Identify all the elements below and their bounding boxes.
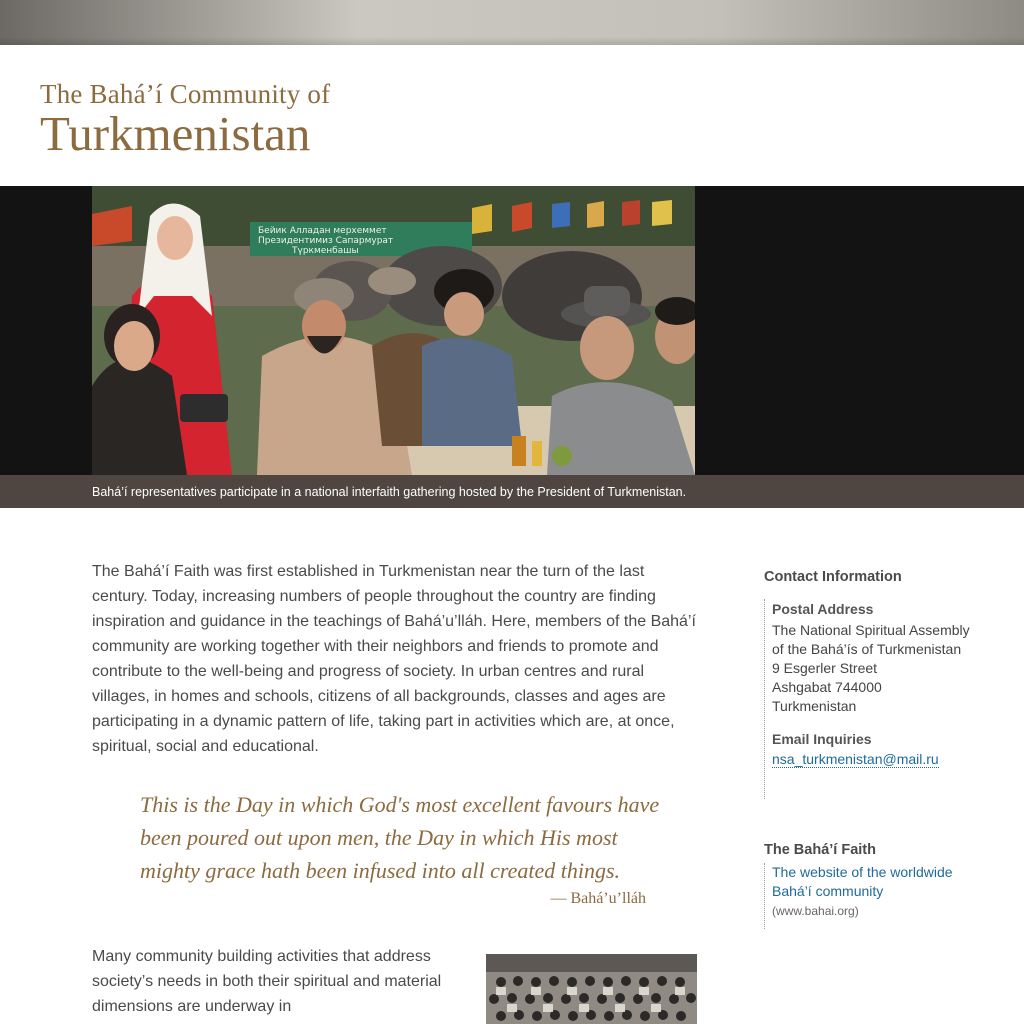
group-photo-illustration (486, 954, 697, 1024)
bahai-faith-heading: The Bahá’í Faith (764, 842, 876, 858)
banner-text-1: Бейик Алладан мерхеммет (258, 226, 387, 236)
email-inquiries-label: Email Inquiries (772, 731, 872, 747)
address-line: Ashgabat 744000 (772, 679, 882, 695)
address-line: 9 Esgerler Street (772, 660, 878, 676)
address-line: of the Bahá’ís of Turkmenistan (772, 641, 962, 657)
address-line: The National Spiritual Assembly (772, 622, 970, 638)
bahai-url-text: (www.bahai.org) (772, 904, 859, 918)
hero-section: Бейик Алладан мерхеммет Президентимиз Са… (0, 186, 1024, 475)
hero-caption: Bahá’í representatives participate in a … (92, 485, 687, 499)
featured-quote: This is the Day in which God's most exce… (140, 792, 660, 883)
site-header: The Bahá’í Community of Turkmenistan (40, 78, 330, 159)
top-banner-bar (0, 0, 1024, 45)
hero-photo: Бейик Алладан мерхеммет Президентимиз Са… (92, 186, 695, 475)
contact-heading: Contact Information (764, 569, 902, 585)
site-title-line2[interactable]: Turkmenistan (40, 109, 330, 159)
banner-text-3: Түркменбашы (291, 246, 359, 256)
bahai-link-line1: The website of the worldwide (772, 864, 953, 880)
hero-photo-illustration: Бейик Алладан мерхеммет Президентимиз Са… (92, 186, 695, 475)
postal-address-label: Postal Address (772, 601, 874, 617)
community-paragraph: Many community building activities that … (92, 948, 442, 1015)
bahai-link-line2: Bahá’í community (772, 883, 884, 899)
quote-attribution: — Bahá’u’lláh (550, 890, 646, 907)
group-photo-thumbnail[interactable] (486, 954, 697, 1024)
postal-address: The National Spiritual Assembly of the B… (772, 621, 1002, 716)
address-line: Turkmenistan (772, 698, 857, 714)
bahai-faith-block: The website of the worldwide Bahá’í comm… (764, 863, 1002, 929)
bahai-website-link[interactable]: The website of the worldwide Bahá’í comm… (772, 863, 1002, 901)
email-link[interactable]: nsa_turkmenistan@mail.ru (772, 751, 939, 768)
intro-paragraph: The Bahá’í Faith was first established i… (92, 563, 696, 755)
contact-block: Postal Address The National Spiritual As… (764, 599, 1002, 799)
banner-text-2: Президентимиз Сапармурат (258, 236, 393, 246)
hero-caption-bar: Bahá’í representatives participate in a … (0, 475, 1024, 508)
